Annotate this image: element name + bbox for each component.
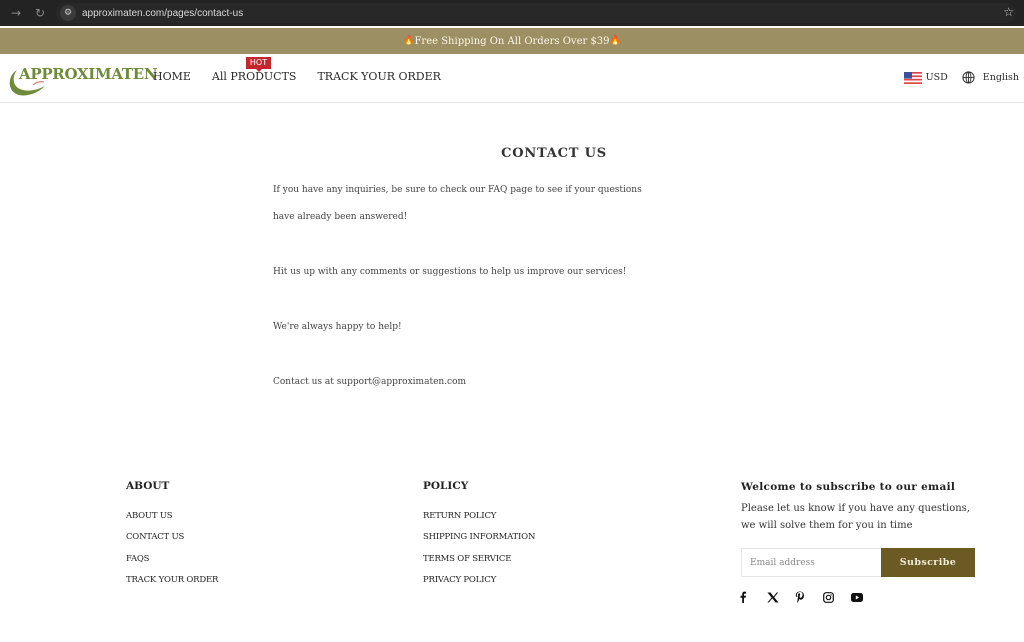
email-input[interactable] (741, 548, 882, 577)
announcement-text: Free Shipping On All Orders Over $39 (414, 35, 610, 47)
x-icon[interactable] (767, 590, 795, 604)
social-links (739, 590, 879, 604)
fire-icon: 🔥 (609, 36, 621, 46)
paragraph: Hit us up with any comments or suggestio… (273, 267, 627, 277)
subscribe-button[interactable]: Subscribe (881, 548, 975, 577)
menu-item-track-order[interactable]: TRACK YOUR ORDER (317, 70, 440, 83)
footer-link-shipping-info[interactable]: SHIPPING INFORMATION (423, 532, 535, 542)
instagram-icon[interactable] (823, 590, 851, 604)
logo[interactable]: APPROXIMATEN (5, 60, 158, 98)
tune-icon[interactable]: ⚙ (60, 5, 76, 21)
reload-icon[interactable]: ↻ (28, 6, 52, 20)
fire-icon: 🔥 (403, 36, 415, 46)
forward-arrow-icon[interactable]: → (4, 6, 28, 20)
contact-email-text: Contact us at support@approximaten.com (273, 377, 467, 387)
page-title: CONTACT US (501, 146, 607, 161)
language-selector[interactable]: English (948, 71, 1019, 84)
currency-label: USD (925, 72, 948, 83)
star-icon[interactable]: ☆ (1003, 5, 1014, 19)
footer-link-privacy[interactable]: PRIVACY POLICY (423, 575, 496, 585)
subscribe-heading: Welcome to subscribe to our email (741, 481, 956, 493)
hot-badge: HOT (245, 57, 272, 72)
menu-item-all-products[interactable]: All PRODUCTS HOT (211, 57, 297, 83)
globe-icon (962, 71, 975, 84)
us-flag-icon (903, 71, 922, 84)
footer-link-track-order[interactable]: TRACK YOUR ORDER (126, 575, 218, 585)
language-label: English (982, 72, 1019, 83)
pinterest-icon[interactable] (795, 590, 823, 604)
paragraph: We're always happy to help! (273, 322, 402, 332)
announcement-bar: 🔥 Free Shipping On All Orders Over $39 🔥 (0, 28, 1024, 54)
main-menu: HOME All PRODUCTS HOT TRACK YOUR ORDER (153, 57, 462, 83)
paragraph: If you have any inquiries, be sure to ch… (273, 185, 642, 195)
address-bar[interactable]: ⚙ approximaten.com/pages/contact-us ☆ (56, 3, 1016, 23)
footer-about-heading: ABOUT (126, 480, 170, 492)
paragraph: have already been answered! (273, 212, 408, 222)
facebook-icon[interactable] (739, 590, 767, 604)
footer-link-return-policy[interactable]: RETURN POLICY (423, 511, 496, 521)
footer-link-about-us[interactable]: ABOUT US (126, 511, 173, 521)
youtube-icon[interactable] (851, 590, 879, 604)
footer-link-contact-us[interactable]: CONTACT US (126, 532, 184, 542)
subscribe-text: we will solve them for you in time (741, 520, 913, 531)
subscribe-text: Please let us know if you have any quest… (741, 503, 970, 514)
url-text: approximaten.com/pages/contact-us (82, 7, 244, 19)
browser-toolbar: → ↻ ⚙ approximaten.com/pages/contact-us … (0, 0, 1024, 26)
menu-item-home[interactable]: HOME (153, 70, 191, 83)
footer-policy-heading: POLICY (423, 480, 469, 492)
site-header: APPROXIMATEN HOME All PRODUCTS HOT TRACK… (0, 54, 1024, 103)
footer-link-faqs[interactable]: FAQS (126, 554, 149, 564)
menu-item-label: All PRODUCTS (211, 70, 297, 83)
footer-link-terms[interactable]: TERMS OF SERVICE (423, 554, 511, 564)
logo-text: APPROXIMATEN (19, 65, 158, 83)
currency-selector[interactable]: USD (903, 71, 948, 84)
header-utilities: USD English (903, 71, 1019, 84)
